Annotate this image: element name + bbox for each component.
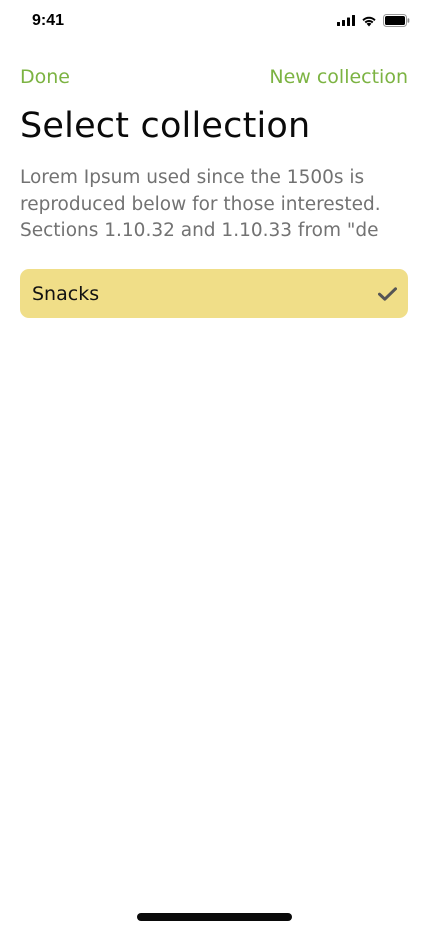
top-nav: Done New collection [20, 66, 408, 90]
status-icons [337, 14, 410, 27]
cellular-signal-icon [337, 15, 355, 26]
status-bar: 9:41 [0, 0, 428, 44]
collection-item-snacks[interactable]: Snacks [20, 269, 408, 318]
home-indicator [137, 913, 292, 921]
collection-label: Snacks [32, 282, 100, 305]
status-time: 9:41 [32, 12, 65, 29]
page-description: Lorem Ipsum used since the 1500s is repr… [20, 167, 381, 241]
done-button[interactable]: Done [20, 66, 70, 88]
checkmark-icon [376, 283, 398, 305]
select-collection-screen: 9:41 Done New collection Select collecti… [0, 0, 428, 926]
battery-icon [383, 14, 410, 27]
page-title: Select collection [20, 106, 311, 146]
new-collection-button[interactable]: New collection [269, 66, 408, 88]
wifi-icon [361, 15, 377, 27]
